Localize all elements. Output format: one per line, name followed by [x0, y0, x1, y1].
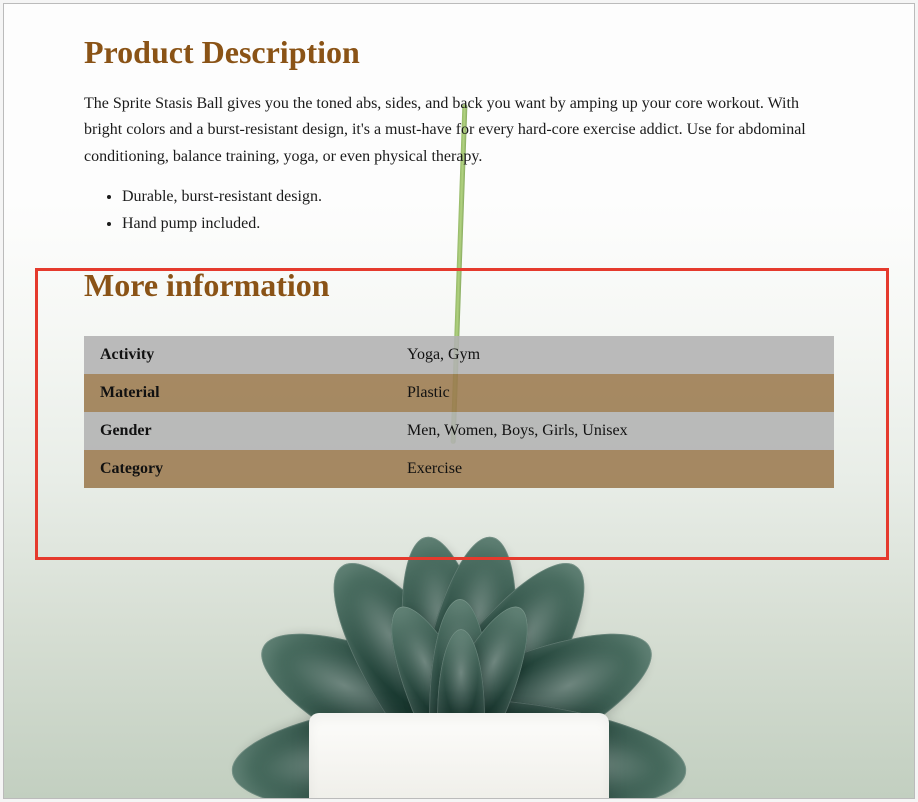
product-description-section: Product Description The Sprite Stasis Ba… [4, 4, 914, 237]
attribute-label: Material [84, 374, 399, 412]
attribute-label: Activity [84, 336, 399, 374]
attribute-value: Exercise [399, 450, 834, 488]
page-frame: Product Description The Sprite Stasis Ba… [3, 3, 915, 799]
plant-pot-decoration [309, 713, 609, 799]
product-bullets: Durable, burst-resistant design. Hand pu… [122, 184, 834, 237]
attribute-label: Gender [84, 412, 399, 450]
table-row: Gender Men, Women, Boys, Girls, Unisex [84, 412, 834, 450]
more-information-section: More information Activity Yoga, Gym Mate… [84, 267, 834, 488]
attribute-value: Yoga, Gym [399, 336, 834, 374]
attribute-value: Plastic [399, 374, 834, 412]
product-bullet: Durable, burst-resistant design. [122, 184, 834, 210]
product-description-heading: Product Description [84, 34, 834, 71]
table-row: Activity Yoga, Gym [84, 336, 834, 374]
attribute-label: Category [84, 450, 399, 488]
table-row: Material Plastic [84, 374, 834, 412]
table-row: Category Exercise [84, 450, 834, 488]
product-bullet: Hand pump included. [122, 211, 834, 237]
product-description-text: The Sprite Stasis Ball gives you the ton… [84, 91, 834, 170]
attributes-table: Activity Yoga, Gym Material Plastic Gend… [84, 336, 834, 488]
attribute-value: Men, Women, Boys, Girls, Unisex [399, 412, 834, 450]
more-information-heading: More information [84, 267, 834, 304]
